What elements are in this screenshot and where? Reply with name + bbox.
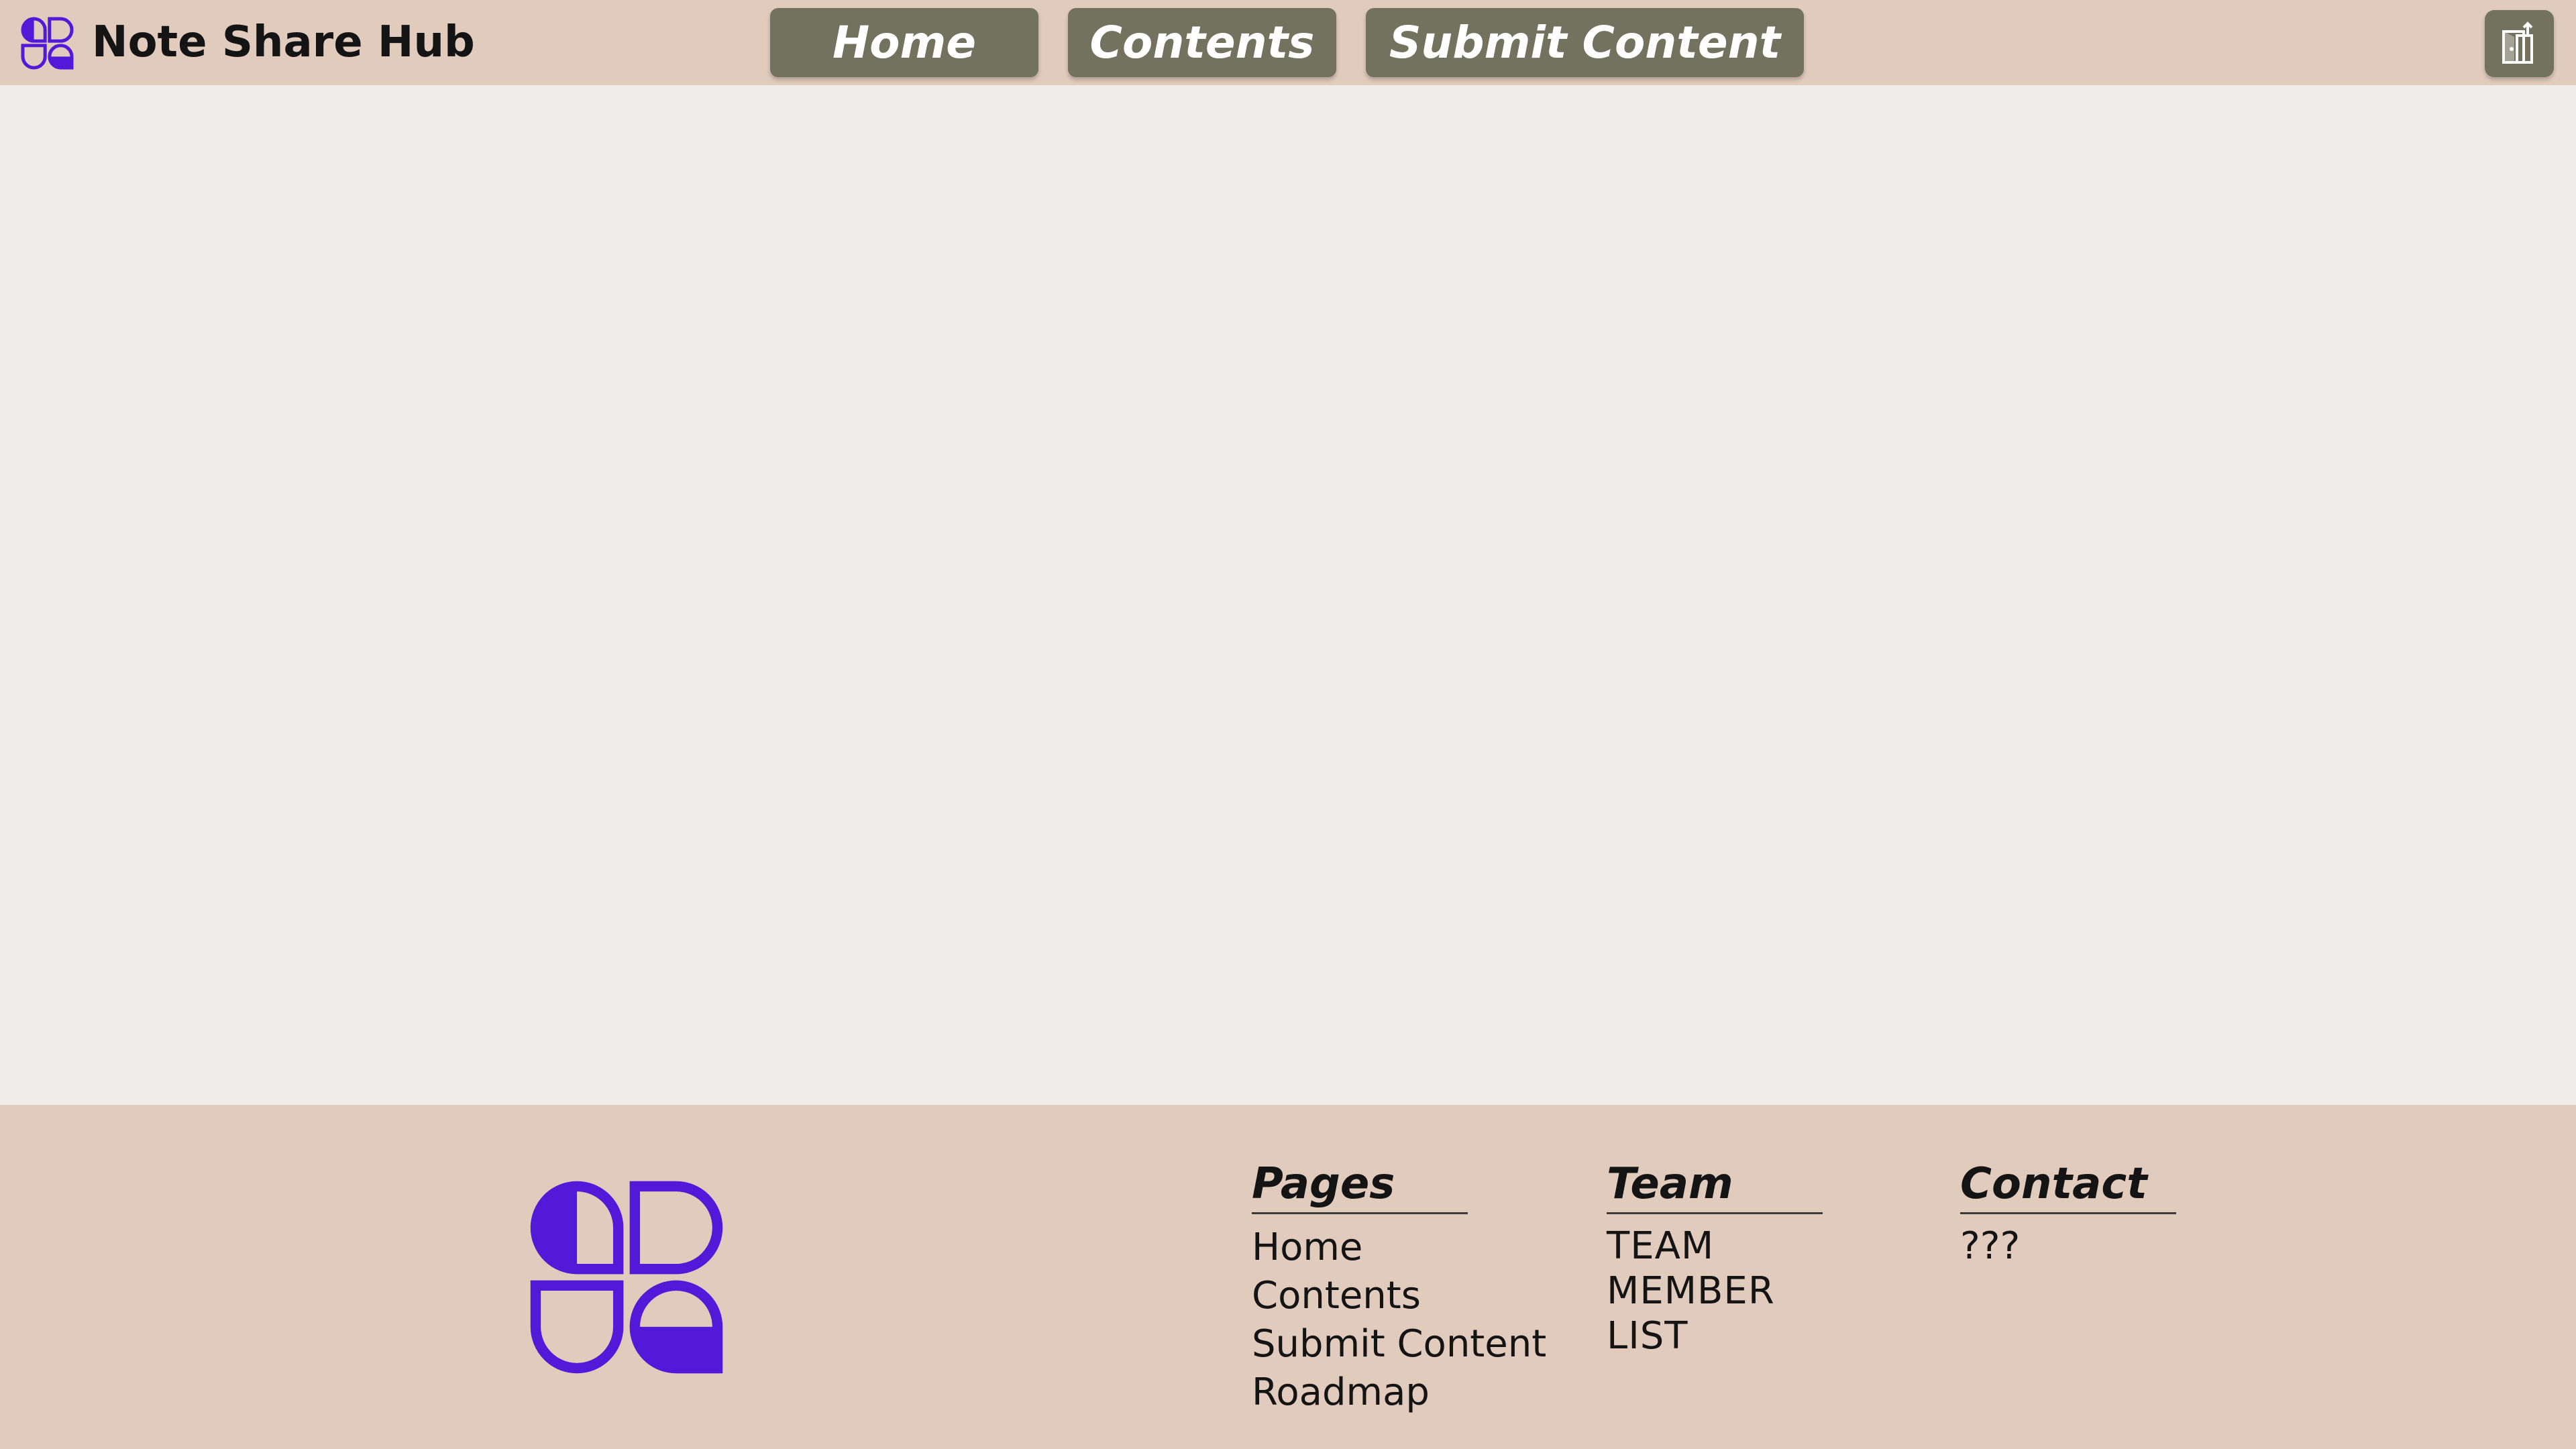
login-door-icon: [2502, 21, 2533, 64]
nav-contents-button[interactable]: Contents: [1068, 8, 1336, 77]
footer-pages-heading: Pages: [1252, 1159, 1395, 1209]
top-navigation-bar: Note Share Hub Home Contents Submit Cont…: [0, 0, 2576, 85]
nav-home-button[interactable]: Home: [770, 8, 1038, 77]
footer-contact-heading: Contact: [1960, 1159, 2147, 1209]
footer-team-column: Team TEAM MEMBER LIST: [1607, 1157, 1823, 1358]
brand-logo-icon[interactable]: [19, 15, 75, 71]
footer-link-roadmap[interactable]: Roadmap: [1252, 1368, 1546, 1417]
footer-link-home[interactable]: Home: [1252, 1224, 1546, 1272]
footer-link-submit-content[interactable]: Submit Content: [1252, 1320, 1546, 1368]
footer-team-text: TEAM MEMBER LIST: [1607, 1224, 1775, 1358]
login-button[interactable]: [2485, 10, 2554, 77]
nav-submit-content-button[interactable]: Submit Content: [1366, 8, 1804, 77]
footer-contact-text: ???: [1960, 1224, 2021, 1268]
footer-logo-icon: [530, 1181, 723, 1374]
footer-contact-divider: [1960, 1212, 2176, 1214]
main-content-area: [0, 85, 2576, 1105]
footer-pages-column: Pages Home Contents Submit Content Roadm…: [1252, 1157, 1546, 1417]
footer-link-contents[interactable]: Contents: [1252, 1272, 1546, 1320]
footer-team-divider: [1607, 1212, 1823, 1214]
brand-name[interactable]: Note Share Hub: [92, 16, 475, 68]
footer-pages-divider: [1252, 1212, 1468, 1214]
footer-team-heading: Team: [1607, 1159, 1733, 1209]
footer-contact-column: Contact ???: [1960, 1157, 2176, 1269]
